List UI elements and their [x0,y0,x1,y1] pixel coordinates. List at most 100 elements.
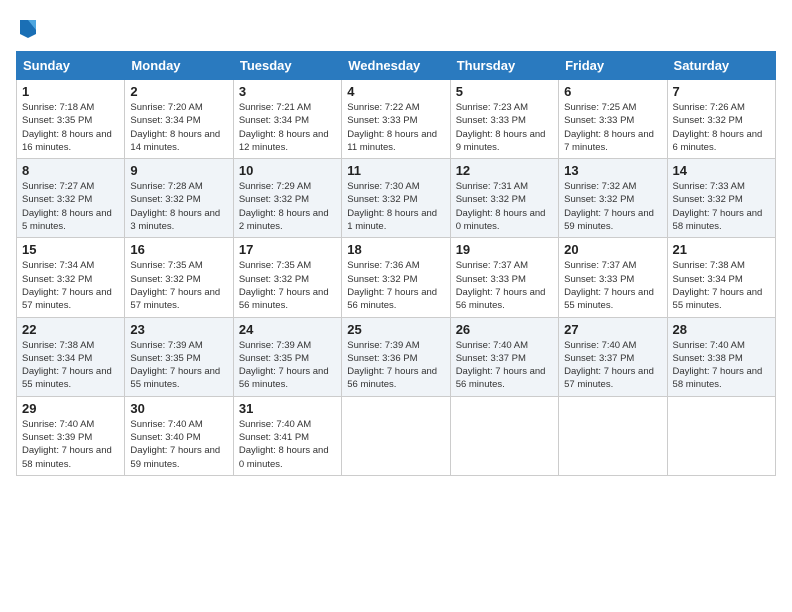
calendar-cell: 28 Sunrise: 7:40 AM Sunset: 3:38 PM Dayli… [667,317,775,396]
day-number: 28 [673,322,770,337]
calendar-cell: 8Sunrise: 7:27 AM Sunset: 3:32 PM Daylig… [17,159,125,238]
day-info: Sunrise: 7:40 AM Sunset: 3:40 PM Dayligh… [130,418,227,471]
calendar-cell: 9 Sunrise: 7:28 AM Sunset: 3:32 PM Daylig… [125,159,233,238]
day-number: 19 [456,242,553,257]
calendar: SundayMondayTuesdayWednesdayThursdayFrid… [16,51,776,476]
day-number: 2 [130,84,227,99]
header [16,16,776,43]
day-info: Sunrise: 7:18 AM Sunset: 3:35 PM Dayligh… [22,101,119,154]
calendar-cell: 27 Sunrise: 7:40 AM Sunset: 3:37 PM Dayli… [559,317,667,396]
day-number: 14 [673,163,770,178]
day-number: 3 [239,84,336,99]
day-info: Sunrise: 7:37 AM Sunset: 3:33 PM Dayligh… [456,259,553,312]
calendar-cell: 5 Sunrise: 7:23 AM Sunset: 3:33 PM Daylig… [450,80,558,159]
calendar-cell: 11Sunrise: 7:30 AM Sunset: 3:32 PM Dayli… [342,159,450,238]
day-number: 12 [456,163,553,178]
calendar-cell: 26Sunrise: 7:40 AM Sunset: 3:37 PM Dayli… [450,317,558,396]
calendar-cell: 21Sunrise: 7:38 AM Sunset: 3:34 PM Dayli… [667,238,775,317]
calendar-cell: 23 Sunrise: 7:39 AM Sunset: 3:35 PM Dayli… [125,317,233,396]
day-info: Sunrise: 7:33 AM Sunset: 3:32 PM Dayligh… [673,180,770,233]
day-number: 21 [673,242,770,257]
calendar-cell: 7 Sunrise: 7:26 AM Sunset: 3:32 PM Daylig… [667,80,775,159]
calendar-cell [450,396,558,475]
day-number: 29 [22,401,119,416]
calendar-cell: 12 Sunrise: 7:31 AM Sunset: 3:32 PM Dayli… [450,159,558,238]
calendar-cell: 24 Sunrise: 7:39 AM Sunset: 3:35 PM Dayli… [233,317,341,396]
day-number: 25 [347,322,444,337]
day-number: 7 [673,84,770,99]
day-info: Sunrise: 7:31 AM Sunset: 3:32 PM Dayligh… [456,180,553,233]
header-sunday: Sunday [17,52,125,80]
day-info: Sunrise: 7:35 AM Sunset: 3:32 PM Dayligh… [239,259,336,312]
day-info: Sunrise: 7:26 AM Sunset: 3:32 PM Dayligh… [673,101,770,154]
calendar-cell: 29 Sunrise: 7:40 AM Sunset: 3:39 PM Dayli… [17,396,125,475]
calendar-cell: 19 Sunrise: 7:37 AM Sunset: 3:33 PM Dayli… [450,238,558,317]
calendar-week-4: 22Sunrise: 7:38 AM Sunset: 3:34 PM Dayli… [17,317,776,396]
calendar-cell: 13 Sunrise: 7:32 AM Sunset: 3:32 PM Dayli… [559,159,667,238]
day-number: 23 [130,322,227,337]
header-friday: Friday [559,52,667,80]
day-info: Sunrise: 7:28 AM Sunset: 3:32 PM Dayligh… [130,180,227,233]
calendar-cell: 1 Sunrise: 7:18 AM Sunset: 3:35 PM Daylig… [17,80,125,159]
calendar-cell: 17 Sunrise: 7:35 AM Sunset: 3:32 PM Dayli… [233,238,341,317]
calendar-cell: 2 Sunrise: 7:20 AM Sunset: 3:34 PM Daylig… [125,80,233,159]
day-number: 31 [239,401,336,416]
day-info: Sunrise: 7:40 AM Sunset: 3:37 PM Dayligh… [456,339,553,392]
day-number: 27 [564,322,661,337]
day-info: Sunrise: 7:40 AM Sunset: 3:37 PM Dayligh… [564,339,661,392]
day-number: 10 [239,163,336,178]
day-number: 30 [130,401,227,416]
day-number: 9 [130,163,227,178]
day-number: 24 [239,322,336,337]
calendar-week-1: 1 Sunrise: 7:18 AM Sunset: 3:35 PM Daylig… [17,80,776,159]
calendar-cell [667,396,775,475]
day-info: Sunrise: 7:22 AM Sunset: 3:33 PM Dayligh… [347,101,444,154]
day-info: Sunrise: 7:25 AM Sunset: 3:33 PM Dayligh… [564,101,661,154]
day-number: 18 [347,242,444,257]
calendar-cell: 14 Sunrise: 7:33 AM Sunset: 3:32 PM Dayli… [667,159,775,238]
day-number: 13 [564,163,661,178]
day-info: Sunrise: 7:37 AM Sunset: 3:33 PM Dayligh… [564,259,661,312]
calendar-cell: 10Sunrise: 7:29 AM Sunset: 3:32 PM Dayli… [233,159,341,238]
calendar-cell: 25 Sunrise: 7:39 AM Sunset: 3:36 PM Dayli… [342,317,450,396]
day-info: Sunrise: 7:23 AM Sunset: 3:33 PM Dayligh… [456,101,553,154]
day-number: 17 [239,242,336,257]
day-info: Sunrise: 7:21 AM Sunset: 3:34 PM Dayligh… [239,101,336,154]
calendar-cell: 22Sunrise: 7:38 AM Sunset: 3:34 PM Dayli… [17,317,125,396]
logo-icon [18,16,38,38]
header-saturday: Saturday [667,52,775,80]
day-number: 6 [564,84,661,99]
header-wednesday: Wednesday [342,52,450,80]
calendar-week-3: 15Sunrise: 7:34 AM Sunset: 3:32 PM Dayli… [17,238,776,317]
day-info: Sunrise: 7:40 AM Sunset: 3:39 PM Dayligh… [22,418,119,471]
day-info: Sunrise: 7:39 AM Sunset: 3:35 PM Dayligh… [239,339,336,392]
day-info: Sunrise: 7:30 AM Sunset: 3:32 PM Dayligh… [347,180,444,233]
day-number: 1 [22,84,119,99]
logo [16,16,38,43]
day-number: 4 [347,84,444,99]
calendar-week-5: 29 Sunrise: 7:40 AM Sunset: 3:39 PM Dayli… [17,396,776,475]
day-info: Sunrise: 7:39 AM Sunset: 3:36 PM Dayligh… [347,339,444,392]
day-number: 22 [22,322,119,337]
day-number: 16 [130,242,227,257]
calendar-cell: 3 Sunrise: 7:21 AM Sunset: 3:34 PM Daylig… [233,80,341,159]
header-thursday: Thursday [450,52,558,80]
header-monday: Monday [125,52,233,80]
day-info: Sunrise: 7:40 AM Sunset: 3:38 PM Dayligh… [673,339,770,392]
day-number: 15 [22,242,119,257]
calendar-cell: 30 Sunrise: 7:40 AM Sunset: 3:40 PM Dayli… [125,396,233,475]
day-info: Sunrise: 7:20 AM Sunset: 3:34 PM Dayligh… [130,101,227,154]
day-number: 5 [456,84,553,99]
day-info: Sunrise: 7:39 AM Sunset: 3:35 PM Dayligh… [130,339,227,392]
day-number: 8 [22,163,119,178]
calendar-week-2: 8Sunrise: 7:27 AM Sunset: 3:32 PM Daylig… [17,159,776,238]
calendar-cell: 16Sunrise: 7:35 AM Sunset: 3:32 PM Dayli… [125,238,233,317]
header-tuesday: Tuesday [233,52,341,80]
calendar-cell: 18Sunrise: 7:36 AM Sunset: 3:32 PM Dayli… [342,238,450,317]
calendar-cell: 4 Sunrise: 7:22 AM Sunset: 3:33 PM Daylig… [342,80,450,159]
day-number: 20 [564,242,661,257]
calendar-cell [559,396,667,475]
calendar-cell: 15Sunrise: 7:34 AM Sunset: 3:32 PM Dayli… [17,238,125,317]
calendar-cell: 31Sunrise: 7:40 AM Sunset: 3:41 PM Dayli… [233,396,341,475]
day-info: Sunrise: 7:32 AM Sunset: 3:32 PM Dayligh… [564,180,661,233]
